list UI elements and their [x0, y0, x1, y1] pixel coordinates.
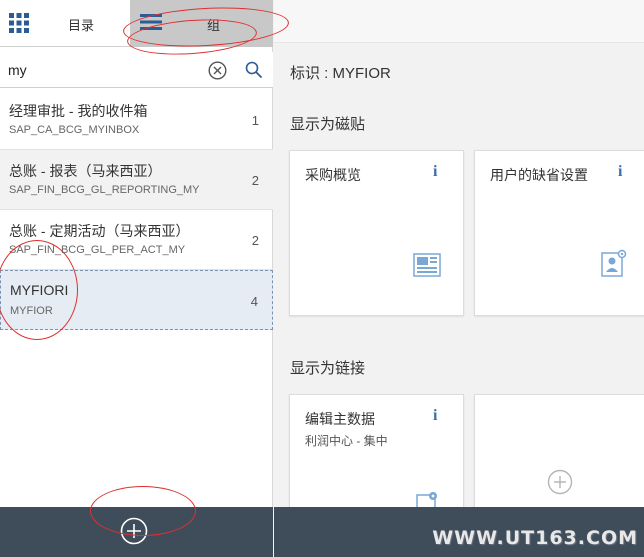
tiles-section-title: 显示为磁贴: [290, 116, 366, 133]
list-item[interactable]: 总账 - 定期活动（马来西亚） SAP_FIN_BCG_GL_PER_ACT_M…: [0, 210, 273, 270]
links-section-title: 显示为链接: [290, 360, 366, 377]
list-item-id: SAP_FIN_BCG_GL_REPORTING_MY: [9, 184, 200, 196]
tile-title: 编辑主数据: [305, 411, 375, 427]
panel-tabs: 目录 组: [0, 0, 273, 47]
tab-catalog-label: 目录: [68, 18, 95, 33]
list-item[interactable]: 经理审批 - 我的收件箱 SAP_CA_BCG_MYINBOX 1: [0, 90, 273, 150]
tile-user-default-settings[interactable]: 用户的缺省设置 i: [474, 150, 644, 316]
detail-header-bar: [274, 0, 644, 43]
list-item[interactable]: 总账 - 报表（马来西亚） SAP_FIN_BCG_GL_REPORTING_M…: [0, 150, 273, 210]
left-footer-bar: [0, 507, 273, 557]
grid-icon: [9, 13, 29, 38]
info-icon[interactable]: i: [618, 163, 622, 181]
list-item-title: 总账 - 报表（马来西亚）: [9, 163, 162, 179]
list-item-selected[interactable]: MYFIORI MYFIOR 4: [0, 270, 273, 330]
list-item-count: 2: [251, 233, 259, 248]
detail-panel: 标识 : MYFIOR 显示为磁贴 采购概览 i 用户的缺省设置 i 显示为链接…: [274, 0, 644, 557]
tile-purchasing-overview[interactable]: 采购概览 i: [289, 150, 464, 316]
list-item-title: 总账 - 定期活动（马来西亚）: [9, 223, 190, 239]
app-root: 目录 组 my 经理审批 - 我的收件箱 SAP_CA_BCG_MYINBOX …: [0, 0, 644, 557]
list-item-count: 2: [251, 173, 259, 188]
tile-title: 采购概览: [305, 167, 361, 183]
link-edit-master-data[interactable]: 编辑主数据 利润中心 - 集中 i: [289, 394, 464, 524]
list-item-id: SAP_CA_BCG_MYINBOX: [9, 124, 140, 136]
catalog-identity: 标识 : MYFIOR: [290, 65, 391, 82]
info-icon[interactable]: i: [433, 407, 437, 425]
watermark-text: WWW.UT163.COM: [432, 527, 638, 549]
tab-groups[interactable]: 组: [130, 0, 273, 47]
add-group-button[interactable]: [120, 517, 148, 550]
tile-subtitle: 利润中心 - 集中: [305, 434, 388, 448]
search-input[interactable]: [8, 60, 198, 80]
list-item-count: 4: [250, 294, 258, 309]
catalog-list: 经理审批 - 我的收件箱 SAP_CA_BCG_MYINBOX 1 总账 - 报…: [0, 90, 273, 330]
list-item-id: SAP_FIN_BCG_GL_PER_ACT_MY: [9, 244, 186, 256]
list-item-title: MYFIORI: [10, 282, 69, 298]
add-tile-placeholder[interactable]: [474, 394, 644, 524]
tab-groups-label: 组: [207, 18, 221, 33]
add-icon[interactable]: [547, 469, 573, 500]
list-item-title: 经理审批 - 我的收件箱: [9, 103, 148, 119]
user-settings-icon: [601, 249, 627, 282]
info-icon[interactable]: i: [433, 163, 437, 181]
catalog-search: [0, 52, 273, 88]
tile-title: 用户的缺省设置: [490, 167, 588, 183]
search-icon[interactable]: [245, 61, 263, 84]
catalog-panel: 目录 组 my 经理审批 - 我的收件箱 SAP_CA_BCG_MYINBOX …: [0, 0, 273, 557]
list-item-id: MYFIOR: [10, 305, 53, 317]
list-lines-icon: [140, 13, 162, 36]
newspaper-icon: [413, 253, 441, 282]
list-item-count: 1: [251, 113, 259, 128]
add-icon: [120, 517, 148, 545]
tab-catalog[interactable]: 目录: [0, 0, 130, 47]
clear-icon[interactable]: [208, 61, 227, 85]
